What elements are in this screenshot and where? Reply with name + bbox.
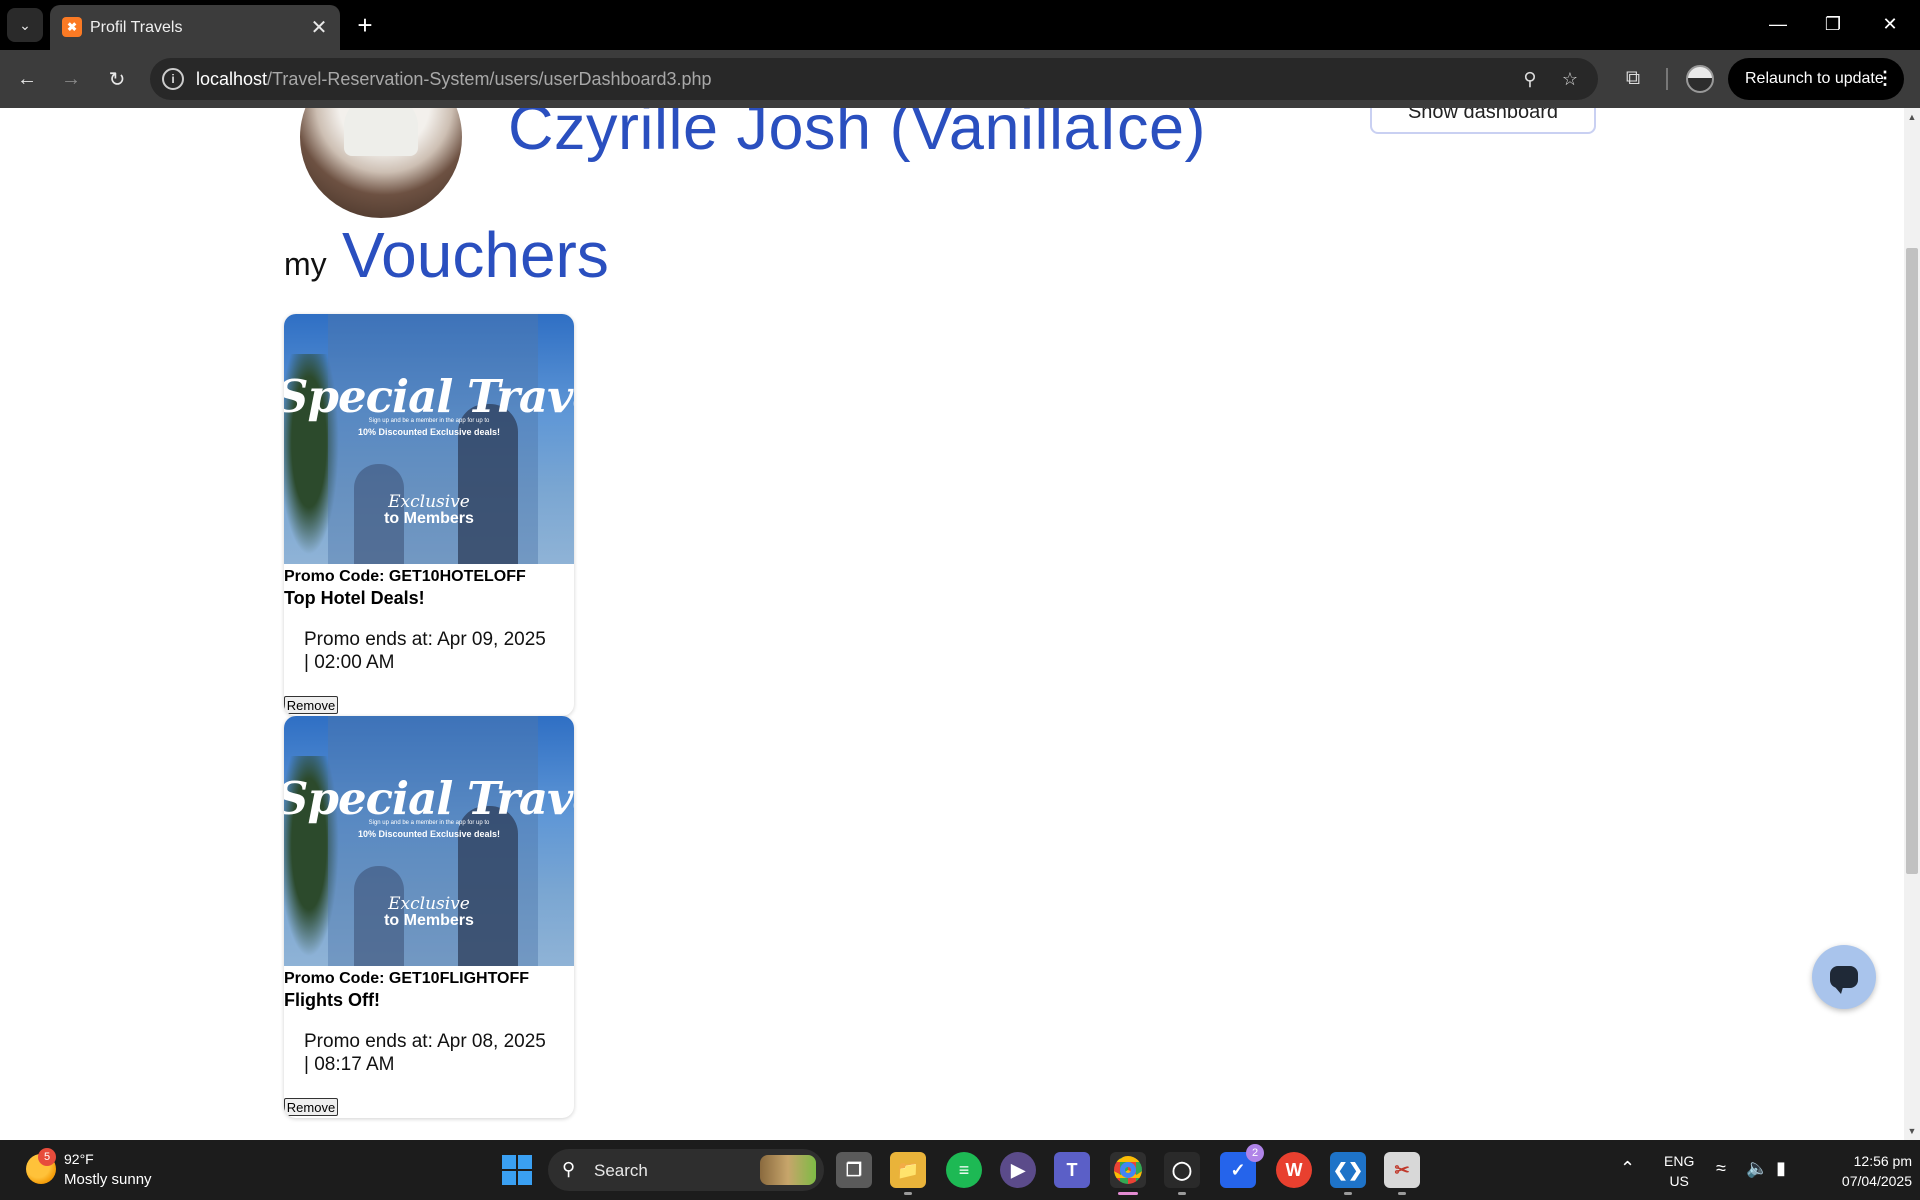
plus-icon: + [357,9,373,40]
scroll-up-icon[interactable]: ▲ [1907,112,1917,122]
remove-button[interactable]: Remove [284,1098,338,1116]
site-info-icon[interactable]: i [162,68,184,90]
media-player-icon[interactable]: ▶ [1000,1152,1036,1188]
promo-code: Promo Code: GET10HOTELOFF [284,568,526,585]
relaunch-button[interactable]: Relaunch to update ⋮ [1728,58,1904,100]
arrow-right-icon: → [61,67,81,90]
restore-icon: ❐ [1824,13,1842,34]
poster-exclusive: Exclusive [388,492,470,512]
page-scrollbar[interactable]: ▲ ▼ [1904,108,1920,1140]
taskbar-search[interactable]: ⚲ Search [548,1149,824,1191]
voucher-image: Special Travel Offers Sign up and be a m… [284,314,574,564]
file-explorer-icon[interactable]: 📁 [890,1152,926,1195]
poster-tagline: 10% Discounted Exclusive deals! [357,829,501,839]
chat-bubble-icon [1830,966,1858,994]
url-text[interactable]: localhost/Travel-Reservation-System/user… [196,69,712,90]
close-window-button[interactable]: ✕ [1870,8,1910,40]
windows-taskbar: 5 92°F Mostly sunny ⚲ Search ❐ 📁 ≡ ▶ T ◯… [0,1140,1920,1200]
search-highlight-image [760,1155,816,1185]
close-icon: ✕ [1882,13,1898,34]
todo-icon[interactable]: ✓ 2 [1220,1144,1264,1188]
todo-badge: 2 [1246,1144,1264,1162]
restore-button[interactable]: ❐ [1813,8,1853,40]
new-tab-button[interactable]: + [350,10,380,40]
scroll-down-icon[interactable]: ▼ [1907,1126,1917,1136]
search-icon: ⚲ [562,1159,576,1179]
chevron-up-icon[interactable]: ⌃ [1620,1158,1635,1179]
user-name: Czyrille Josh (VanillaIce) [508,108,1207,163]
back-button[interactable]: ← [11,63,43,95]
more-icon: ⋮ [1876,68,1894,88]
promo-end-date: Promo ends at: Apr 08, 2025 | 08:17 AM [304,1031,546,1075]
star-icon[interactable]: ☆ [1558,67,1582,91]
puzzle-icon[interactable]: ⧉ [1618,63,1648,93]
clock[interactable]: 12:56 pm 07/04/2025 [1816,1151,1912,1191]
poster-title: Special Travel Offers [284,370,574,423]
toolbar-divider [1666,68,1668,90]
poster-subtitle: Sign up and be a member in the app for u… [368,418,490,424]
poster-exclusive: Exclusive [388,894,470,914]
volume-icon[interactable]: 🔈 [1746,1158,1768,1179]
reload-icon: ↻ [108,68,126,91]
clock-date: 07/04/2025 [1841,1173,1912,1189]
voucher-image: Special Travel Offers Sign up and be a m… [284,716,574,966]
reload-button[interactable]: ↻ [101,63,133,95]
scroll-thumb[interactable] [1906,248,1918,874]
show-dashboard-button[interactable]: Show dashboard [1370,108,1596,134]
search-label: Search [594,1161,648,1180]
section-prefix: my [284,246,327,282]
promo-title: Top Hotel Deals! [284,588,425,608]
chevron-down-icon: ⌄ [19,16,31,33]
windows-start-icon[interactable] [502,1155,532,1185]
section-title: Vouchers [342,219,609,291]
minimize-button[interactable]: — [1758,8,1798,40]
profile-avatar[interactable] [1686,65,1714,93]
close-tab-button[interactable]: ✕ [306,14,332,40]
zoom-icon[interactable]: ⚲ [1518,67,1542,91]
language-indicator[interactable]: ENG US [1664,1151,1694,1191]
forward-button[interactable]: → [55,63,87,95]
poster-subtitle: Sign up and be a member in the app for u… [368,820,490,826]
vscode-icon[interactable]: ❮❯ [1330,1152,1366,1195]
relaunch-label: Relaunch to update [1745,70,1884,87]
promo-end-date: Promo ends at: Apr 09, 2025 | 02:00 AM [304,629,546,673]
weather-badge: 5 [38,1148,56,1166]
address-bar[interactable]: i localhost/Travel-Reservation-System/us… [150,58,1598,100]
poster-tagline: 10% Discounted Exclusive deals! [357,427,501,437]
minimize-icon: — [1769,13,1787,34]
promo-code: Promo Code: GET10FLIGHTOFF [284,970,530,987]
tab-strip: ⌄ ✖ Profil Travels ✕ + — ❐ ✕ [0,0,1920,50]
wifi-icon[interactable]: ≈ [1716,1158,1726,1179]
task-view-icon[interactable]: ❐ [836,1152,872,1188]
poster-title: Special Travel Offers [284,772,574,825]
close-icon: ✕ [310,16,328,39]
poster-members: to Members [384,912,474,929]
battery-icon[interactable]: ▮ [1776,1158,1786,1179]
snipping-tool-icon[interactable]: ✂ [1384,1152,1420,1195]
browser-tab[interactable]: ✖ Profil Travels ✕ [50,5,340,50]
weather-temperature[interactable]: 92°F [64,1151,94,1167]
chrome-icon[interactable] [1110,1152,1146,1195]
obs-icon[interactable]: ◯ [1164,1152,1200,1195]
page-viewport: Czyrille Josh (VanillaIce) Show dashboar… [0,108,1904,1140]
wps-office-icon[interactable]: W [1276,1152,1312,1188]
chat-button[interactable] [1812,945,1876,1009]
arrow-left-icon: ← [17,67,37,90]
xampp-icon: ✖ [62,17,82,37]
promo-title: Flights Off! [284,990,380,1010]
voucher-card: Special Travel Offers Sign up and be a m… [284,314,574,716]
spotify-icon[interactable]: ≡ [946,1152,982,1188]
tab-title: Profil Travels [90,19,183,36]
remove-button[interactable]: Remove [284,696,338,714]
clock-time: 12:56 pm [1853,1153,1912,1169]
weather-description[interactable]: Mostly sunny [64,1171,152,1188]
voucher-card: Special Travel Offers Sign up and be a m… [284,716,574,1118]
tab-search-button[interactable]: ⌄ [7,8,43,42]
avatar [300,108,462,218]
teams-icon[interactable]: T [1054,1152,1090,1188]
poster-members: to Members [384,510,474,527]
